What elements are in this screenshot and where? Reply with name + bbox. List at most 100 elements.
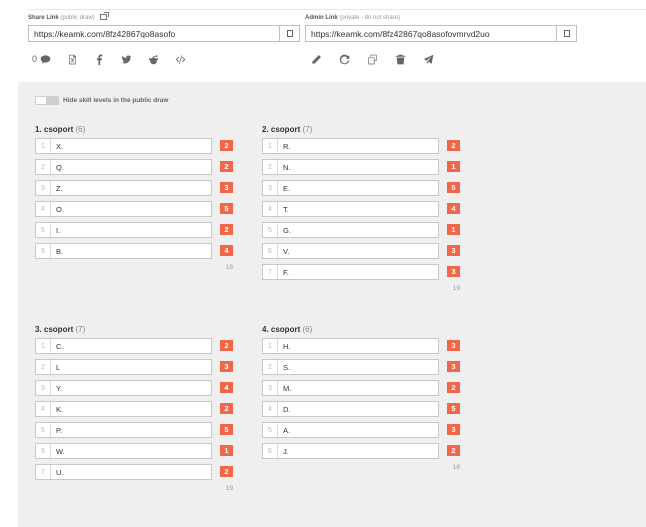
member-field[interactable]: 5 G. [262,222,439,238]
duplicate-icon[interactable] [366,53,378,65]
skill-badge: 1 [220,445,233,456]
member-name: P. [56,425,63,435]
member-name: J. [283,446,289,456]
skill-badge: 4 [220,382,233,393]
member-row: 6 W. 1 [35,443,235,459]
copy-admin-link-button[interactable] [556,26,576,41]
member-row: 3 E. 5 [262,180,462,196]
member-row: 7 F. 3 [262,264,462,280]
member-name: A. [283,425,291,435]
member-number: 1 [36,339,51,353]
admin-link-input[interactable] [306,26,556,41]
share-link-input[interactable] [29,26,279,41]
skill-badge: 5 [447,182,460,193]
share-link-label: Share Link (public draw) [28,12,300,23]
member-name: B. [56,246,64,256]
skill-badge: 2 [220,403,233,414]
member-field[interactable]: 7 U. [35,464,212,480]
hide-skill-label: Hide skill levels in the public draw [63,97,169,104]
comment-count: 0 [32,54,38,64]
group-title: 4. csoport (6) [262,325,313,334]
twitter-icon[interactable] [120,53,132,65]
hide-skill-toggle[interactable] [35,96,59,105]
skill-badge: 3 [220,361,233,372]
member-field[interactable]: 3 E. [262,180,439,196]
external-link-icon[interactable] [100,12,110,20]
facebook-icon[interactable] [93,53,105,65]
skill-badge: 2 [447,382,460,393]
skill-badge: 3 [447,245,460,256]
share-link-block: Share Link (public draw) [28,12,300,42]
member-field[interactable]: 6 B. [35,243,212,259]
member-number: 4 [263,402,278,416]
member-row: 3 M. 2 [262,380,462,396]
copy-icon [561,28,570,37]
member-field[interactable]: 3 Y. [35,380,212,396]
group-skill-total: 18 [225,264,233,271]
member-row: 4 O. 5 [35,201,235,217]
edit-pencil-icon[interactable] [310,53,322,65]
embed-code-icon[interactable] [174,53,186,65]
comment-icon[interactable] [39,53,51,65]
member-field[interactable]: 2 N. [262,159,439,175]
member-field[interactable]: 4 D. [262,401,439,417]
draw-results-panel: Hide skill levels in the public draw 1. … [18,82,646,527]
member-row: 1 H. 3 [262,338,462,354]
member-field[interactable]: 2 Q. [35,159,212,175]
reddit-icon[interactable] [147,53,159,65]
member-row: 3 Y. 4 [35,380,235,396]
member-field[interactable]: 6 J. [262,443,439,459]
group-skill-total: 19 [225,485,233,492]
member-field[interactable]: 1 C. [35,338,212,354]
member-name: Z. [56,183,63,193]
skill-badge: 2 [447,140,460,151]
member-field[interactable]: 5 I. [35,222,212,238]
member-number: 5 [263,423,278,437]
member-row: 5 I. 2 [35,222,235,238]
member-name: R. [283,141,291,151]
member-row: 6 V. 3 [262,243,462,259]
member-field[interactable]: 1 R. [262,138,439,154]
member-name: F. [283,267,289,277]
group-title: 2. csoport (7) [262,125,313,134]
copy-share-link-button[interactable] [279,26,299,41]
member-field[interactable]: 4 O. [35,201,212,217]
member-number: 7 [263,265,278,279]
group-title: 1. csoport (6) [35,125,86,134]
member-field[interactable]: 5 A. [262,422,439,438]
send-icon[interactable] [422,53,434,65]
member-field[interactable]: 3 M. [262,380,439,396]
member-number: 5 [36,423,51,437]
member-number: 5 [36,223,51,237]
member-number: 4 [263,202,278,216]
team-group: 1. csoport (6) 1 X. 2 2 Q. 2 3 Z. 3 4 O. 5 5 I. 2 6 B. 4 18 [35,124,235,272]
share-actions: 0 [32,53,201,65]
redo-refresh-icon[interactable] [338,53,350,65]
member-field[interactable]: 7 F. [262,264,439,280]
member-field[interactable]: 1 X. [35,138,212,154]
member-name: K. [56,404,64,414]
member-field[interactable]: 5 P. [35,422,212,438]
member-field[interactable]: 3 Z. [35,180,212,196]
member-row: 6 J. 2 [262,443,462,459]
member-field[interactable]: 6 W. [35,443,212,459]
member-field[interactable]: 6 V. [262,243,439,259]
member-field[interactable]: 4 T. [262,201,439,217]
admin-link-field [305,25,577,42]
member-name: G. [283,225,291,235]
skill-badge: 3 [447,424,460,435]
excel-icon[interactable] [66,53,78,65]
hide-skill-toggle-row: Hide skill levels in the public draw [35,96,168,105]
member-field[interactable]: 2L [35,359,212,375]
member-name: L [56,362,61,372]
member-name: Y. [56,383,63,393]
delete-trash-icon[interactable] [394,53,406,65]
member-name: O. [56,204,64,214]
member-field[interactable]: 1 H. [262,338,439,354]
member-name: S. [283,362,291,372]
group-skill-total: 19 [452,285,460,292]
member-number: 1 [263,339,278,353]
toggle-knob [36,97,46,104]
member-field[interactable]: 4 K. [35,401,212,417]
member-field[interactable]: 2 S. [262,359,439,375]
